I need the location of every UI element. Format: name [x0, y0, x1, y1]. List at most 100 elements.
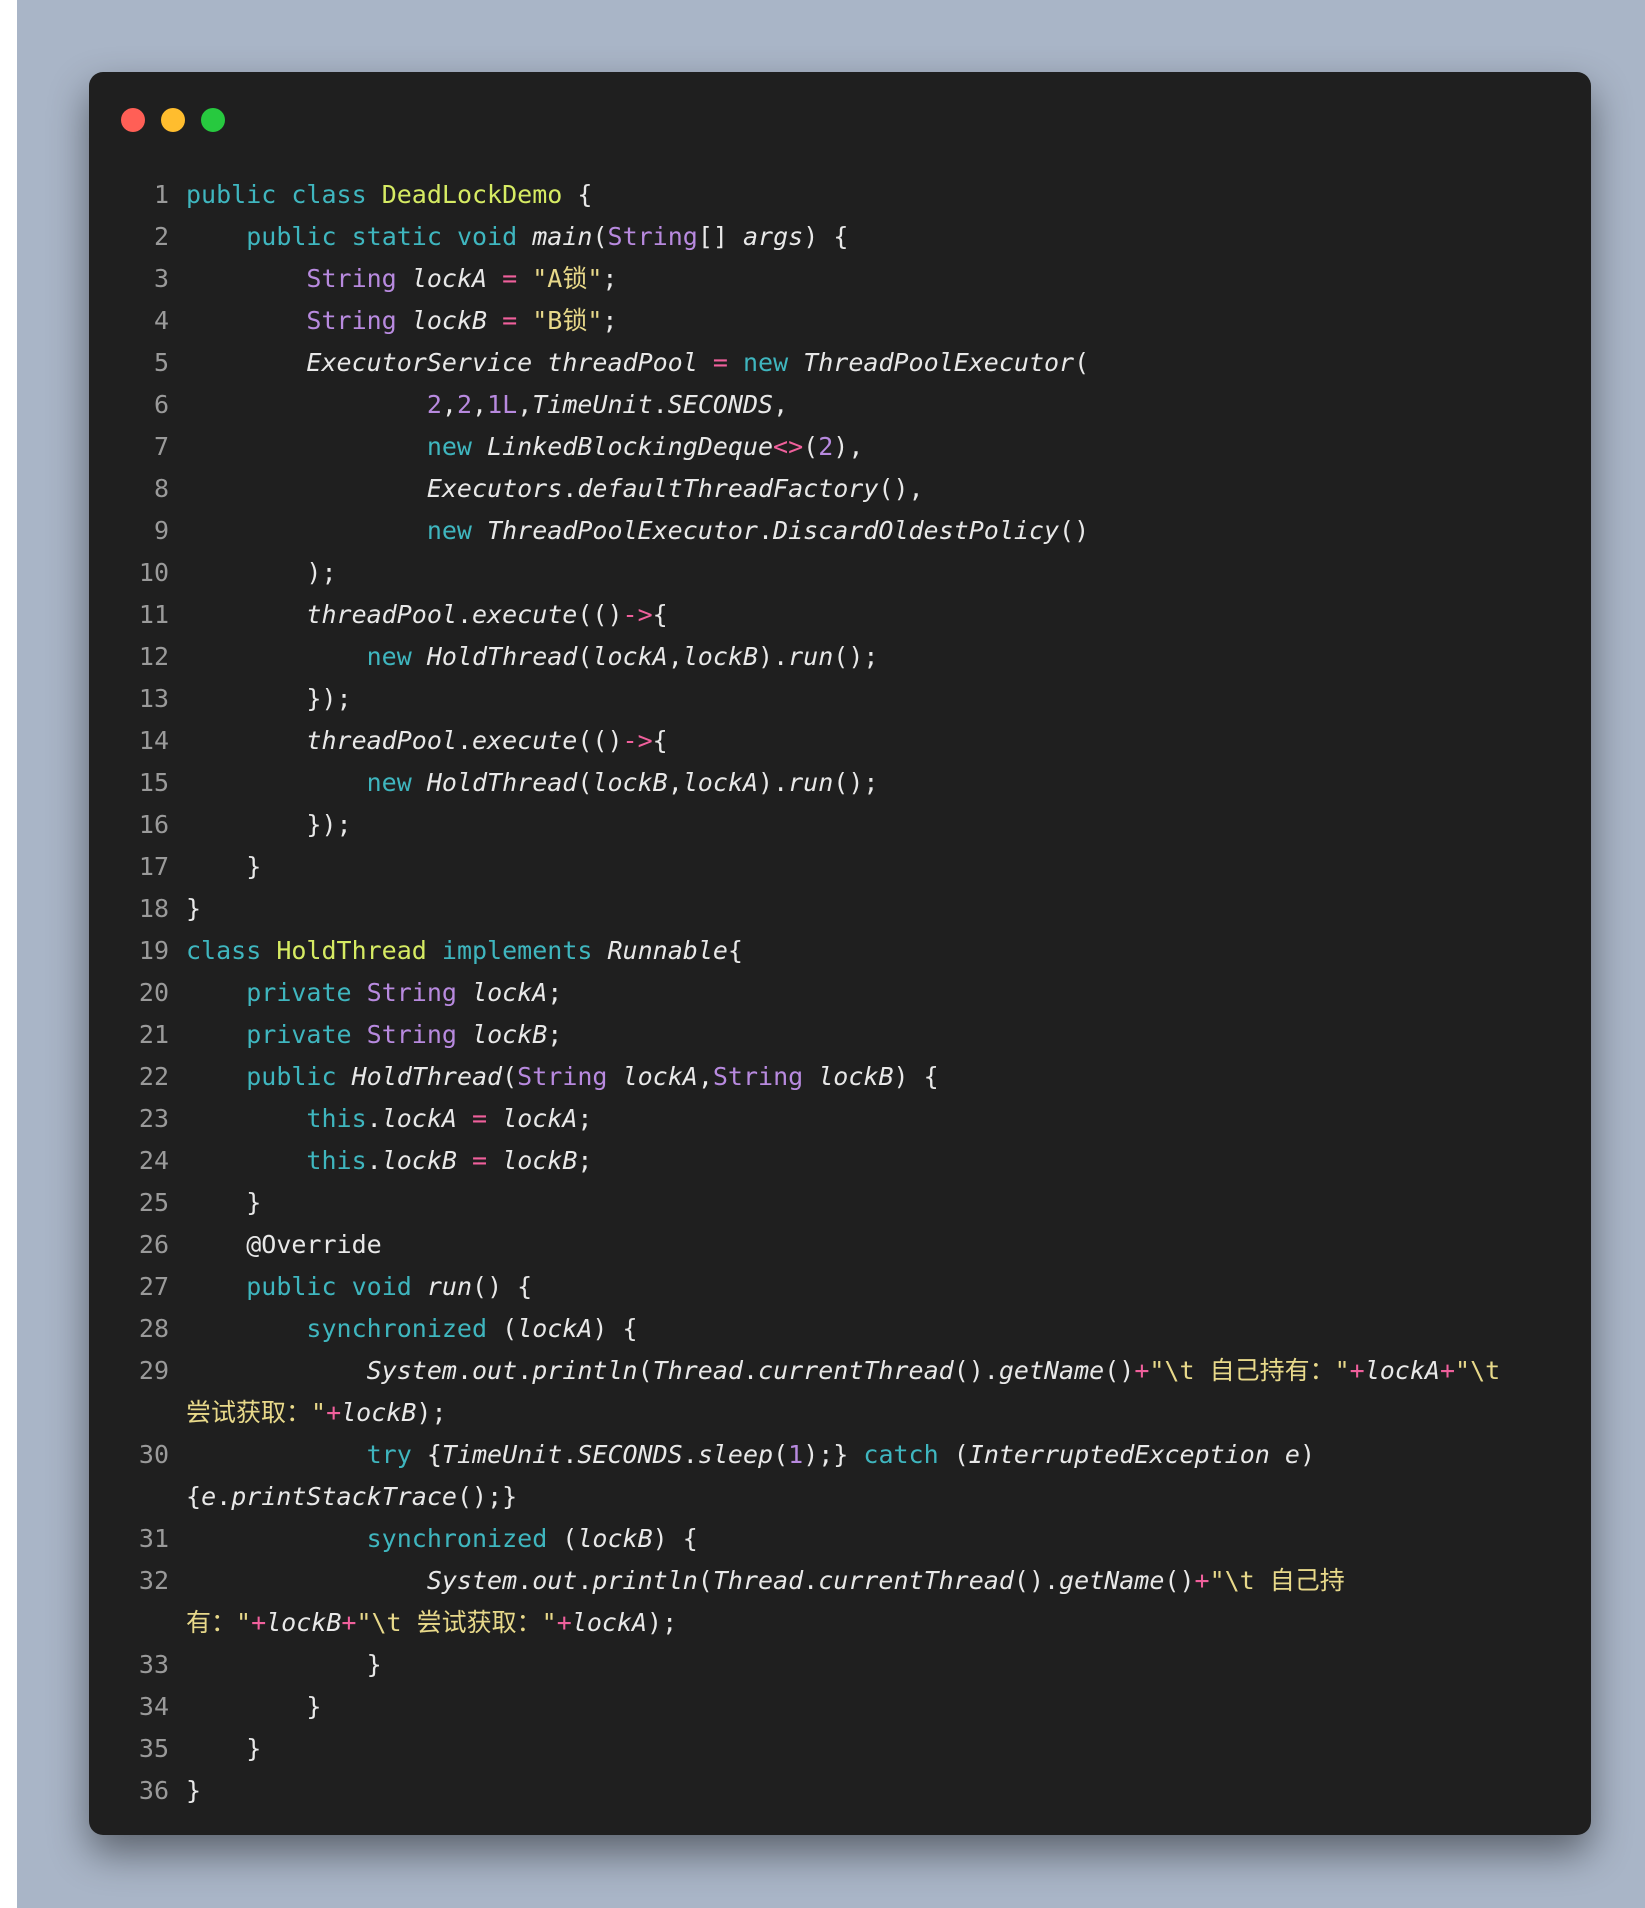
- code-text-main: this.lockB = lockB;: [306, 1146, 593, 1175]
- code-line: 17 }: [89, 846, 1591, 888]
- code-line: 36}: [89, 1770, 1591, 1812]
- code-text-main: synchronized (lockA) {: [306, 1314, 638, 1343]
- line-number: 22: [138, 1062, 169, 1091]
- code-text-main: @Override: [246, 1230, 382, 1259]
- code-text-main: private String lockB;: [246, 1020, 563, 1049]
- code-text: 2,2,1L,TimeUnit.SECONDS,: [186, 384, 1546, 426]
- code-block: 1 public class DeadLockDemo {2 public sta…: [89, 174, 1591, 1812]
- code-line-wrap: 尝试获取："+lockB);: [89, 1392, 1591, 1434]
- code-text: public void run() {: [186, 1266, 1546, 1308]
- line-number: 33: [138, 1650, 169, 1679]
- line-number: 4: [153, 306, 169, 335]
- line-number: 31: [138, 1524, 169, 1553]
- code-line: 6 2,2,1L,TimeUnit.SECONDS,: [89, 384, 1591, 426]
- code-text: );: [186, 552, 1546, 594]
- code-line: 11 threadPool.execute(()->{: [89, 594, 1591, 636]
- code-text-main: }: [186, 852, 262, 881]
- code-text: new HoldThread(lockA,lockB).run();: [186, 636, 1546, 678]
- code-text-main: new HoldThread(lockA,lockB).run();: [366, 642, 879, 671]
- code-text: System.out.println(Thread.currentThread(…: [186, 1350, 1546, 1392]
- code-line: 9 new ThreadPoolExecutor.DiscardOldestPo…: [89, 510, 1591, 552]
- code-text-main: }: [186, 894, 202, 923]
- code-text: threadPool.execute(()->{: [186, 594, 1546, 636]
- code-text: new ThreadPoolExecutor.DiscardOldestPoli…: [186, 510, 1546, 552]
- code-text: }: [186, 1728, 1546, 1770]
- code-line: 23 this.lockA = lockA;: [89, 1098, 1591, 1140]
- code-line: 34 }: [89, 1686, 1591, 1728]
- code-line: 5 ExecutorService threadPool = new Threa…: [89, 342, 1591, 384]
- code-text-main: ExecutorService threadPool = new ThreadP…: [306, 348, 1090, 377]
- code-text: this.lockB = lockB;: [186, 1140, 1546, 1182]
- code-text: });: [186, 678, 1546, 720]
- code-text-main: });: [186, 810, 352, 839]
- line-number: 36: [138, 1776, 169, 1805]
- code-text-main: public void run() {: [246, 1272, 533, 1301]
- line-number: 3: [153, 264, 169, 293]
- code-line: 19 class HoldThread implements Runnable{: [89, 930, 1591, 972]
- line-number: 12: [138, 642, 169, 671]
- line-number: 2: [153, 222, 169, 251]
- line-number: 7: [153, 432, 169, 461]
- line-number: 19: [138, 936, 169, 965]
- code-text: }: [186, 888, 1546, 930]
- line-number: 20: [138, 978, 169, 1007]
- code-line: 24 this.lockB = lockB;: [89, 1140, 1591, 1182]
- code-line: 29 System.out.println(Thread.currentThre…: [89, 1350, 1591, 1392]
- code-text-main: }: [186, 1776, 202, 1805]
- code-line: 16 });: [89, 804, 1591, 846]
- line-number: 9: [153, 516, 169, 545]
- close-dot-icon[interactable]: [121, 108, 145, 132]
- line-number: 30: [138, 1440, 169, 1469]
- code-text-main: public HoldThread(String lockA,String lo…: [246, 1062, 939, 1091]
- code-line: 18}: [89, 888, 1591, 930]
- code-text: synchronized (lockA) {: [186, 1308, 1546, 1350]
- code-text-main: this.lockA = lockA;: [306, 1104, 593, 1133]
- code-text: }: [186, 1770, 1546, 1812]
- line-number: 11: [138, 600, 169, 629]
- code-line: 28 synchronized (lockA) {: [89, 1308, 1591, 1350]
- code-text: try {TimeUnit.SECONDS.sleep(1);} catch (…: [186, 1434, 1546, 1476]
- line-number: 23: [138, 1104, 169, 1133]
- code-line: 3 String lockA = "A锁";: [89, 258, 1591, 300]
- code-line: 30 try {TimeUnit.SECONDS.sleep(1);} catc…: [89, 1434, 1591, 1476]
- code-line: 21 private String lockB;: [89, 1014, 1591, 1056]
- code-line: 20 private String lockA;: [89, 972, 1591, 1014]
- maximize-dot-icon[interactable]: [201, 108, 225, 132]
- code-window: 1 public class DeadLockDemo {2 public sta…: [89, 72, 1591, 1835]
- code-text: threadPool.execute(()->{: [186, 720, 1546, 762]
- code-line: 13 });: [89, 678, 1591, 720]
- code-text-main: new ThreadPoolExecutor.DiscardOldestPoli…: [426, 516, 1090, 545]
- code-text-main: 2,2,1L,TimeUnit.SECONDS,: [426, 390, 789, 419]
- line-number: 8: [153, 474, 169, 503]
- code-text-main: String lockB = "B锁";: [306, 306, 618, 335]
- code-text-continuation: 有："+lockB+"\t 尝试获取："+lockA);: [186, 1608, 678, 1637]
- code-text-main: threadPool.execute(()->{: [306, 726, 668, 755]
- code-text: @Override: [186, 1224, 1546, 1266]
- code-text: Executors.defaultThreadFactory(),: [186, 468, 1546, 510]
- code-text-main: String lockA = "A锁";: [306, 264, 618, 293]
- code-text: String lockA = "A锁";: [186, 258, 1546, 300]
- code-line: 10 );: [89, 552, 1591, 594]
- line-number: 26: [138, 1230, 169, 1259]
- code-text: public static void main(String[] args) {: [186, 216, 1546, 258]
- code-line: 4 String lockB = "B锁";: [89, 300, 1591, 342]
- code-line: 26 @Override: [89, 1224, 1591, 1266]
- code-text-main: public static void main(String[] args) {: [246, 222, 849, 251]
- code-line: 27 public void run() {: [89, 1266, 1591, 1308]
- line-number: 14: [138, 726, 169, 755]
- code-text-main: synchronized (lockB) {: [366, 1524, 698, 1553]
- code-line-wrap: {e.printStackTrace();}: [89, 1476, 1591, 1518]
- code-line: 15 new HoldThread(lockB,lockA).run();: [89, 762, 1591, 804]
- code-line: 32 System.out.println(Thread.currentThre…: [89, 1560, 1591, 1602]
- code-text: this.lockA = lockA;: [186, 1098, 1546, 1140]
- code-line-wrap: 有："+lockB+"\t 尝试获取："+lockA);: [89, 1602, 1591, 1644]
- line-number: 28: [138, 1314, 169, 1343]
- code-text-main: }: [186, 1692, 322, 1721]
- code-text: }: [186, 1686, 1546, 1728]
- code-text-main: private String lockA;: [246, 978, 563, 1007]
- code-text: }: [186, 1182, 1546, 1224]
- code-text: class HoldThread implements Runnable{: [186, 930, 1546, 972]
- minimize-dot-icon[interactable]: [161, 108, 185, 132]
- code-text: public HoldThread(String lockA,String lo…: [186, 1056, 1546, 1098]
- line-number: 15: [138, 768, 169, 797]
